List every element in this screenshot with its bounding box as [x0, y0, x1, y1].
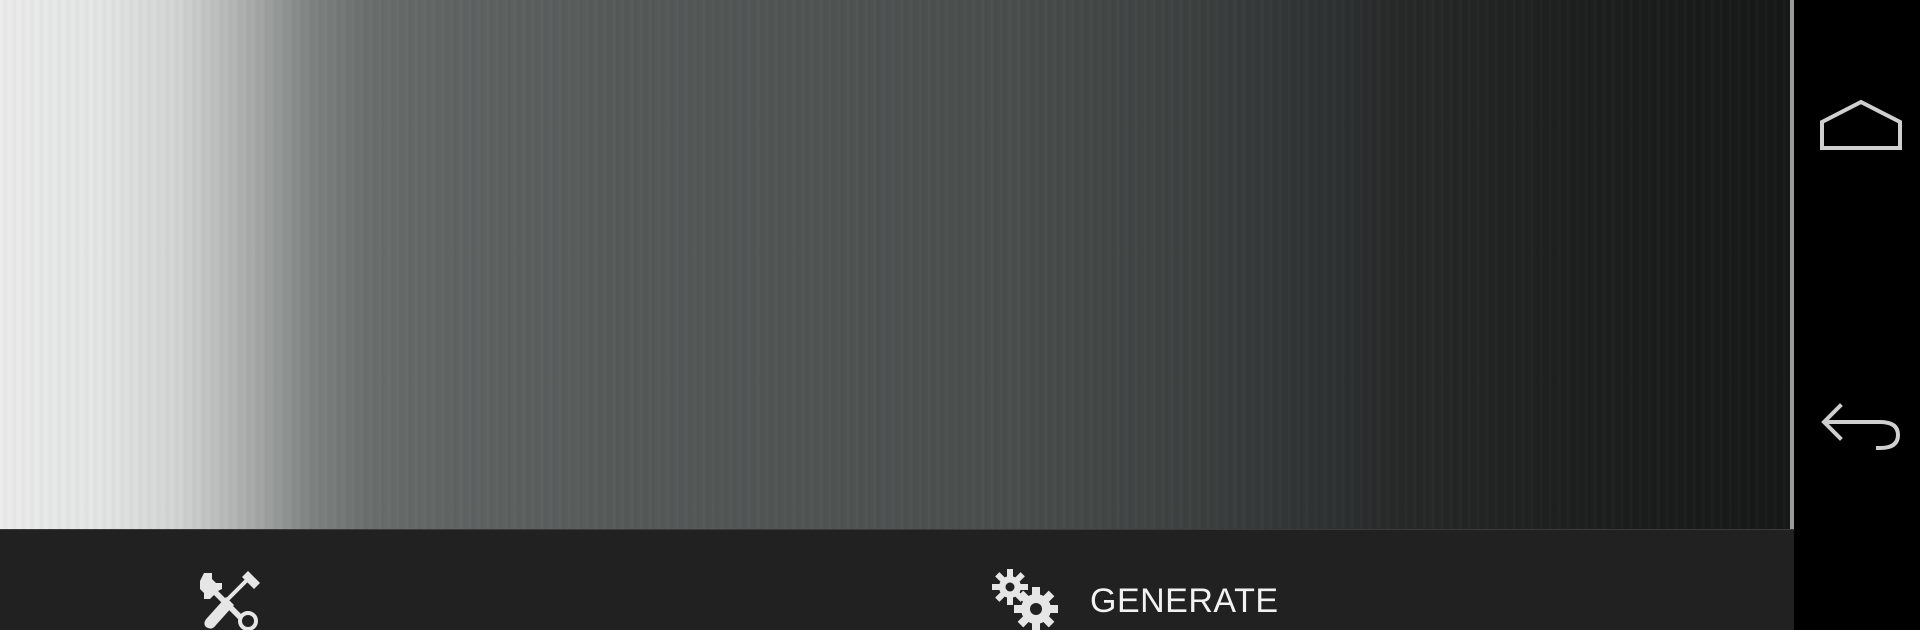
bottom-action-bar: GENERATE	[0, 529, 1794, 630]
settings-button[interactable]	[170, 530, 290, 630]
back-button[interactable]	[1794, 360, 1920, 500]
gears-icon	[992, 569, 1058, 630]
home-button[interactable]	[1794, 58, 1920, 198]
app-window: GENERATE	[0, 0, 1794, 630]
back-arrow-icon	[1821, 403, 1901, 450]
generate-label: GENERATE	[1090, 582, 1279, 620]
system-navigation-bar	[1794, 0, 1920, 630]
tools-icon	[200, 571, 260, 630]
home-icon	[1820, 99, 1902, 150]
texture-preview[interactable]	[0, 0, 1794, 529]
generate-button[interactable]: GENERATE	[975, 530, 1285, 630]
